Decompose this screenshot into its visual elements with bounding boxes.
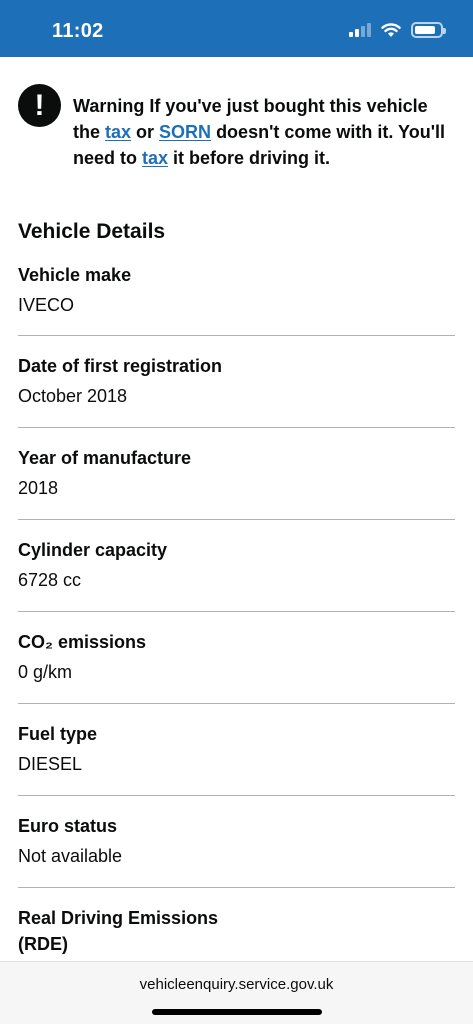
url-text[interactable]: vehicleenquiry.service.gov.uk xyxy=(0,976,473,993)
warning-suffix: it before driving it. xyxy=(168,148,331,168)
section-title: Vehicle Details xyxy=(18,220,166,243)
battery-level xyxy=(415,26,435,34)
detail-value: IVECO xyxy=(18,295,75,315)
wifi-icon xyxy=(381,22,401,37)
detail-row-year-of-manufacture: Year of manufacture 2018 xyxy=(18,428,455,520)
status-time: 11:02 xyxy=(52,20,104,42)
detail-key: Real Driving Emissions (RDE) xyxy=(18,908,219,954)
tax-link-2[interactable]: tax xyxy=(142,148,168,168)
warning-mid-1: or xyxy=(131,122,160,142)
page-content[interactable]: ! Warning If you've just bought this veh… xyxy=(0,57,473,961)
browser-address-bar[interactable]: vehicleenquiry.service.gov.uk xyxy=(0,961,473,1024)
detail-value: 6728 cc xyxy=(18,570,82,590)
detail-key: Euro status xyxy=(18,816,118,836)
battery-icon xyxy=(411,22,446,38)
signal-icon xyxy=(349,23,371,37)
detail-value: October 2018 xyxy=(18,386,128,406)
detail-key: Fuel type xyxy=(18,724,98,744)
detail-value: DIESEL xyxy=(18,754,83,774)
detail-key: Vehicle make xyxy=(18,265,132,285)
sorn-link[interactable]: SORN xyxy=(159,122,211,142)
detail-key: Date of first registration xyxy=(18,356,223,376)
detail-value: 2018 xyxy=(18,478,59,498)
detail-row-first-registration: Date of first registration October 2018 xyxy=(18,336,455,428)
detail-value: 0 g/km xyxy=(18,662,73,682)
home-indicator[interactable] xyxy=(152,1009,322,1015)
tax-link[interactable]: tax xyxy=(105,122,131,142)
detail-row-euro-status: Euro status Not available xyxy=(18,796,455,888)
detail-key: CO₂ emissions xyxy=(18,632,147,652)
exclamation-icon: ! xyxy=(18,84,61,127)
detail-row-co2-emissions: CO₂ emissions 0 g/km xyxy=(18,612,455,704)
detail-key: Cylinder capacity xyxy=(18,540,168,560)
vehicle-details-list: Vehicle make IVECO Date of first registr… xyxy=(18,262,455,961)
warning-text: Warning If you've just bought this vehic… xyxy=(73,93,458,171)
status-icons xyxy=(349,22,446,38)
detail-row-cylinder-capacity: Cylinder capacity 6728 cc xyxy=(18,520,455,612)
detail-row-vehicle-make: Vehicle make IVECO xyxy=(18,262,455,336)
detail-row-fuel-type: Fuel type DIESEL xyxy=(18,704,455,796)
detail-key: Year of manufacture xyxy=(18,448,192,468)
detail-value: Not available xyxy=(18,846,123,866)
status-bar: 11:02 xyxy=(0,0,473,57)
detail-row-rde: Real Driving Emissions (RDE) xyxy=(18,888,455,961)
